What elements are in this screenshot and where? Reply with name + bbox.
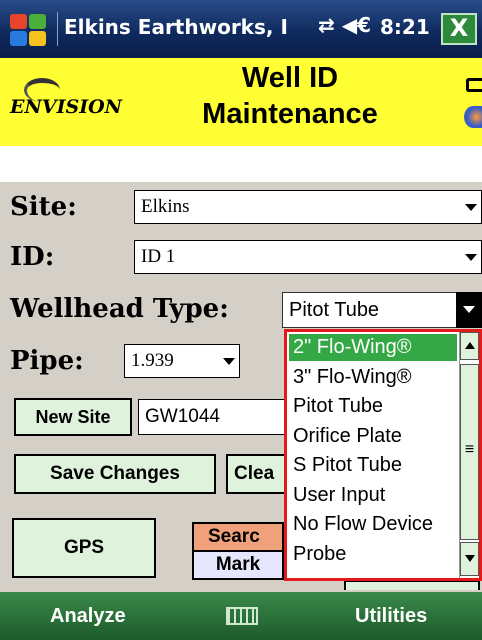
new-site-button[interactable]: New Site <box>14 398 132 436</box>
id-label: ID: <box>10 242 55 272</box>
arrow-down-icon <box>465 555 475 562</box>
chevron-down-icon <box>223 358 235 365</box>
dropdown-option[interactable]: Pitot Tube <box>289 393 457 420</box>
scroll-up-button[interactable] <box>460 332 479 360</box>
save-changes-button[interactable]: Save Changes <box>14 454 216 494</box>
close-button[interactable]: X <box>441 13 477 45</box>
site-label: Site: <box>10 192 77 222</box>
battery-icon <box>466 78 482 92</box>
dropdown-option[interactable]: Orifice Plate <box>289 423 457 450</box>
sync-icon <box>464 106 482 128</box>
envision-logo: ENVISION <box>10 78 148 128</box>
pipe-select-value: 1.939 <box>131 350 174 371</box>
gps-button[interactable]: GPS <box>12 518 156 578</box>
menu-bar: Analyze Utilities <box>0 592 482 640</box>
chevron-down-icon <box>463 306 475 313</box>
title-bar: Elkins Earthworks, I ⇄ ◀€ 8:21 X <box>0 0 482 58</box>
clear-button[interactable]: Clea <box>226 454 286 494</box>
search-button[interactable]: Searc <box>192 522 284 552</box>
pipe-label: Pipe: <box>10 346 84 376</box>
dropdown-option[interactable]: No Flow Device <box>289 511 457 538</box>
screen-header: ENVISION Well ID Maintenance <box>0 58 482 146</box>
dropdown-option[interactable]: Probe <box>289 541 457 568</box>
chevron-down-icon <box>465 254 477 261</box>
dropdown-option[interactable]: S Pitot Tube <box>289 452 457 479</box>
scroll-thumb[interactable]: ≡ <box>460 364 479 540</box>
wellhead-type-select[interactable]: Pitot Tube <box>282 292 482 328</box>
id-select-value: ID 1 <box>141 246 176 267</box>
hidden-button-edge <box>344 580 480 590</box>
mark-button[interactable]: Mark <box>192 550 284 580</box>
new-site-input[interactable]: GW1044 <box>138 399 288 435</box>
chevron-down-icon <box>465 204 477 211</box>
id-select[interactable]: ID 1 <box>134 240 482 274</box>
site-select[interactable]: Elkins <box>134 190 482 224</box>
wellhead-type-label: Wellhead Type: <box>10 294 229 324</box>
dropdown-option[interactable]: 2" Flo-Wing® <box>289 334 457 361</box>
windows-start-icon[interactable] <box>8 12 48 46</box>
page-title-line1: Well ID <box>241 62 339 94</box>
analyze-softkey[interactable]: Analyze <box>50 605 126 628</box>
wellhead-dropdown-button[interactable] <box>456 292 482 328</box>
app-title: Elkins Earthworks, I <box>64 15 288 39</box>
wellhead-type-list: 2" Flo-Wing® 3" Flo-Wing® Pitot Tube Orific… <box>284 329 482 581</box>
dropdown-scrollbar[interactable]: ≡ <box>459 332 479 578</box>
keyboard-icon[interactable] <box>226 607 258 625</box>
site-select-value: Elkins <box>141 196 190 217</box>
logo-text: ENVISION <box>10 96 123 118</box>
clock[interactable]: 8:21 <box>380 15 430 39</box>
arrow-up-icon <box>465 342 475 349</box>
connectivity-volume-icons[interactable]: ⇄ ◀€ <box>318 13 371 37</box>
dropdown-option[interactable]: 3" Flo-Wing® <box>289 364 457 391</box>
page-title-line2: Maintenance <box>202 98 378 130</box>
utilities-softkey[interactable]: Utilities <box>355 605 427 628</box>
title-separator <box>57 12 58 46</box>
dropdown-option[interactable]: User Input <box>289 482 457 509</box>
scroll-down-button[interactable] <box>460 542 479 576</box>
pipe-select[interactable]: 1.939 <box>124 344 240 378</box>
